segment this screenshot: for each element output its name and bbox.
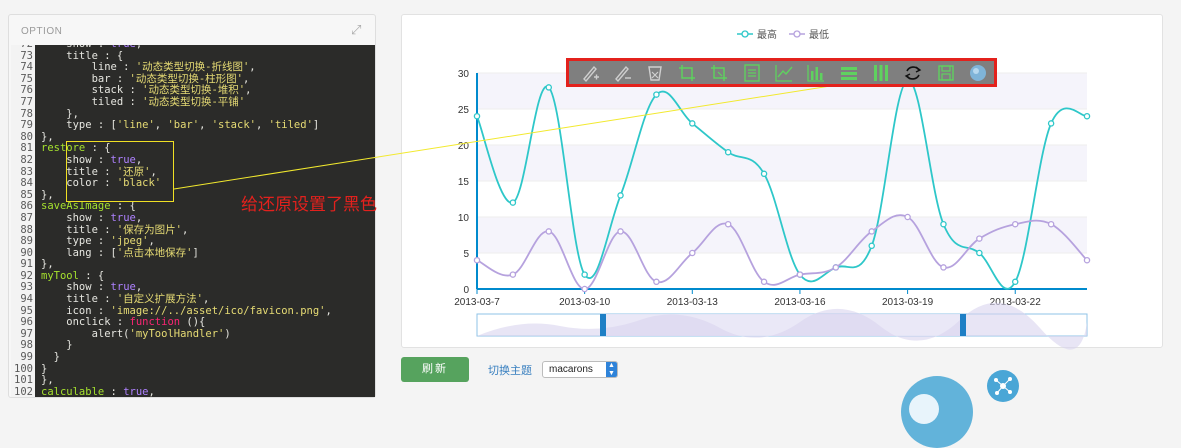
chart-toolbox <box>566 58 997 87</box>
code-text: calculable : true, <box>41 385 155 397</box>
code-line: 77 tiled : '动态类型切换-平铺' <box>11 95 375 109</box>
switch-line-button[interactable] <box>768 62 800 84</box>
legend-swatch <box>789 29 805 38</box>
mark-tool-button[interactable] <box>574 62 606 84</box>
switch-stack-button[interactable] <box>833 62 865 84</box>
code-line: 90 lang : ['点击本地保存'] <box>11 246 375 260</box>
theme-select-value: macarons <box>549 364 593 375</box>
switch-tiled-button[interactable] <box>865 62 897 84</box>
legend-swatch <box>737 29 753 38</box>
data-zoom-button[interactable] <box>671 62 703 84</box>
line-number: 77 <box>20 95 33 108</box>
decorative-pie-shape <box>901 376 973 448</box>
restore-highlight-box <box>66 141 174 202</box>
refresh-button[interactable]: 刷新 <box>401 357 469 382</box>
legend-label: 最低 <box>809 30 829 41</box>
line-number: 99 <box>20 351 33 364</box>
code-line: 99 } <box>11 351 375 364</box>
my-tool-favicon-button[interactable] <box>962 62 994 84</box>
code-line: 100} <box>11 363 375 376</box>
code-text: lang : ['点击本地保存'] <box>41 246 199 259</box>
code-line: 89 type : 'jpeg', <box>11 235 375 248</box>
theme-select[interactable]: macarons ▲ ▼ <box>542 361 618 378</box>
code-text: type : ['line', 'bar', 'stack', 'tiled'] <box>41 119 320 132</box>
select-arrow-icon: ▲ ▼ <box>606 362 617 377</box>
line-number: 87 <box>20 211 33 224</box>
code-line: 79 type : ['line', 'bar', 'stack', 'tile… <box>11 119 375 132</box>
option-panel-title: OPTION <box>21 26 63 37</box>
code-text: } <box>41 351 60 364</box>
code-lines: 72 show : true,73 title : {74 line : '动态… <box>11 45 375 397</box>
theme-label: 切换主题 <box>488 365 532 377</box>
line-number: 84 <box>20 177 33 190</box>
code-line: 98 } <box>11 340 375 352</box>
data-zoom-reset-button[interactable] <box>703 62 735 84</box>
chart-legend: 最高 最低 <box>737 26 829 41</box>
save-as-image-button[interactable] <box>929 62 961 84</box>
line-number: 79 <box>20 119 33 132</box>
legend-item[interactable]: 最高 <box>737 26 777 41</box>
mark-undo-button[interactable] <box>606 62 638 84</box>
code-editor[interactable]: 72 show : true,73 title : {74 line : '动态… <box>11 45 375 397</box>
annotation-text: 给还原设置了黑色 <box>241 195 377 215</box>
switch-bar-button[interactable] <box>800 62 832 84</box>
data-view-button[interactable] <box>736 62 768 84</box>
restore-icon[interactable] <box>897 62 929 84</box>
expand-icon[interactable]: ⤢ <box>351 23 365 37</box>
mark-clear-button[interactable] <box>639 62 671 84</box>
legend-label: 最高 <box>757 30 777 41</box>
line-number: 82 <box>20 153 33 166</box>
line-number: 94 <box>20 293 33 306</box>
line-number: 102 <box>14 385 33 397</box>
code-text: tiled : '动态类型切换-平铺' <box>41 95 246 108</box>
legend-item[interactable]: 最低 <box>789 26 829 41</box>
network-icon[interactable] <box>987 370 1019 402</box>
line-number: 89 <box>20 235 33 248</box>
code-line: 102 calculable : true, <box>11 385 375 397</box>
